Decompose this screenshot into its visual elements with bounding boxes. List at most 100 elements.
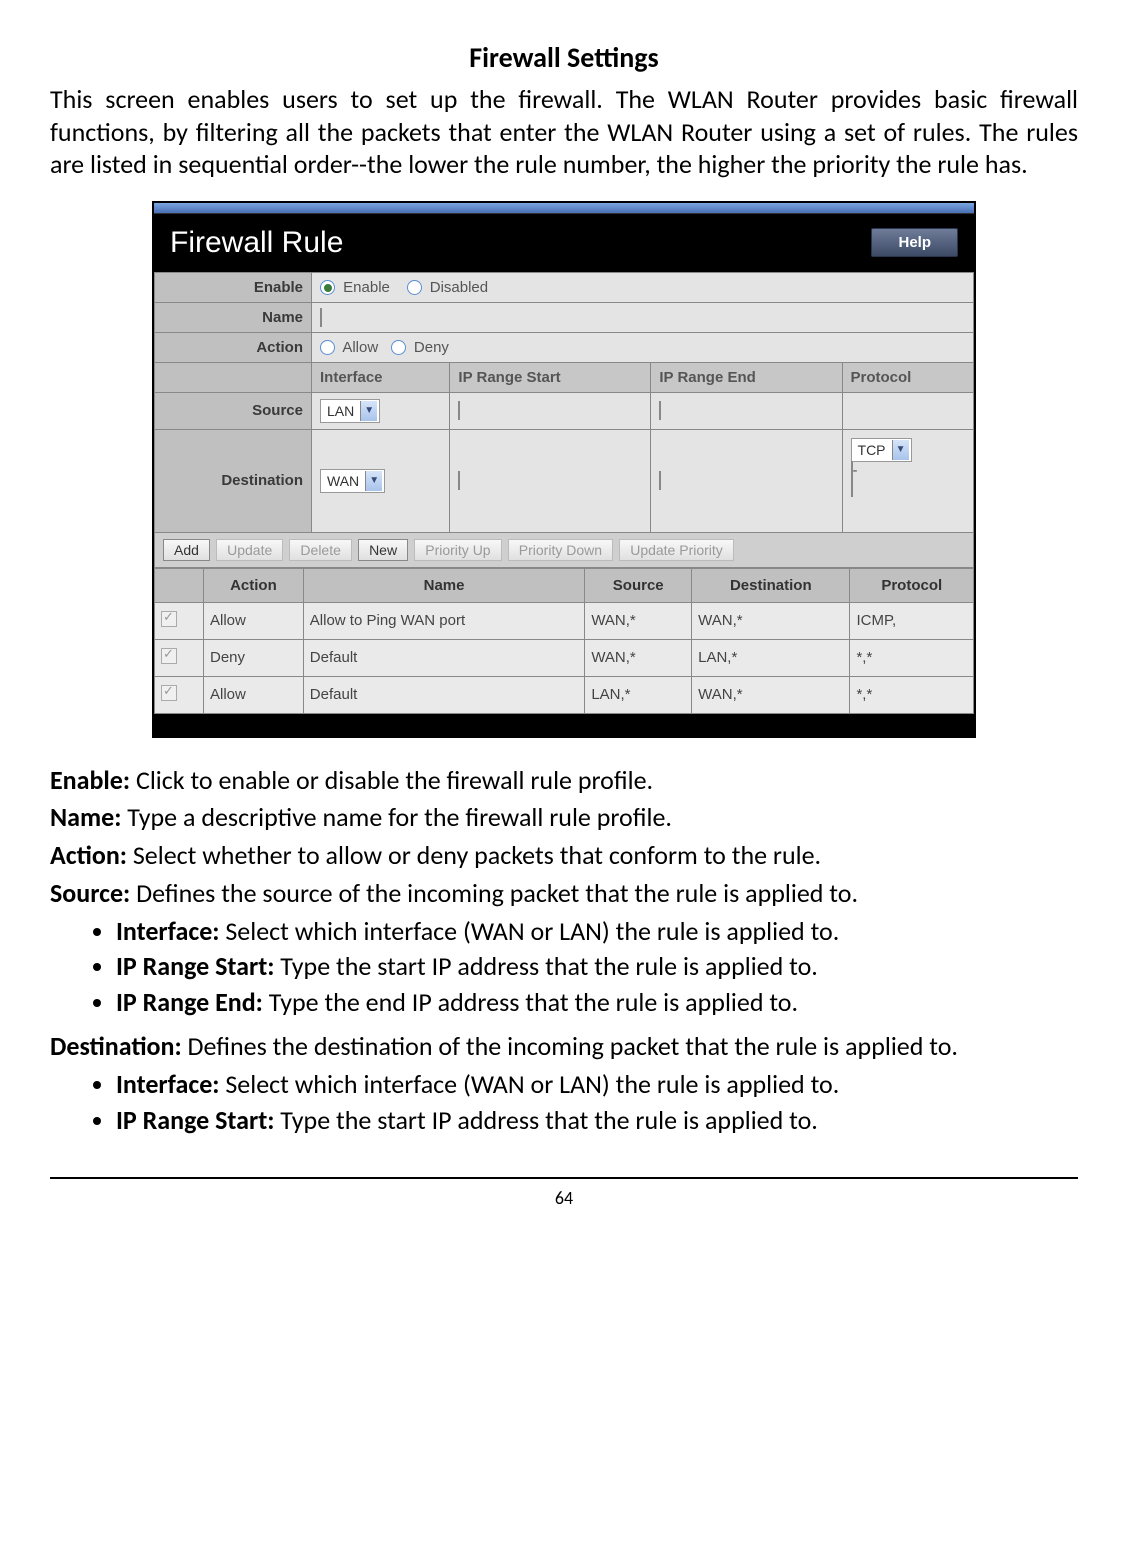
rules-col-destination: Destination (692, 568, 850, 602)
action-radio-deny[interactable] (391, 340, 406, 355)
enable-radio-disabled-label: Disabled (430, 279, 488, 296)
destination-port-end-input[interactable] (851, 478, 853, 497)
rule-destination: WAN,* (692, 676, 850, 713)
settings-form: Enable Enable Disabled Name Action Allow… (154, 272, 974, 568)
action-radio-allow[interactable] (320, 340, 335, 355)
definitions: Enable: Click to enable or disable the f… (50, 764, 1078, 1138)
destination-interface-select[interactable]: WAN ▼ (320, 469, 385, 493)
table-row: Allow Default LAN,* WAN,* *,* (155, 676, 974, 713)
col-interface: Interface (312, 362, 450, 392)
rule-protocol: ICMP, (850, 602, 974, 639)
source-label: Source (155, 392, 312, 429)
def-enable-term: Enable: (50, 764, 130, 796)
panel-title: Firewall Rule (170, 226, 343, 260)
enable-radio-enable-label: Enable (343, 279, 390, 296)
help-button[interactable]: Help (871, 228, 958, 257)
src-item-text: Type the start IP address that the rule … (274, 950, 817, 982)
dst-item-text: Type the start IP address that the rule … (274, 1104, 817, 1136)
col-ip-start: IP Range Start (450, 362, 651, 392)
rule-checkbox[interactable] (161, 611, 177, 627)
panel-footer-strip (154, 714, 974, 736)
def-destination-term: Destination: (50, 1030, 182, 1062)
src-item-term: IP Range Start: (116, 950, 274, 982)
source-ip-start-input[interactable] (458, 401, 460, 420)
src-item-text: Select which interface (WAN or LAN) the … (219, 915, 839, 947)
rules-table: Action Name Source Destination Protocol … (154, 568, 974, 714)
def-destination-text: Defines the destination of the incoming … (182, 1030, 958, 1062)
enable-radio-disabled[interactable] (407, 280, 422, 295)
destination-ip-start-input[interactable] (458, 471, 460, 490)
source-interface-value: LAN (327, 403, 354, 419)
page-number: 64 (555, 1187, 573, 1209)
rule-protocol: *,* (850, 676, 974, 713)
dst-item-text: Select which interface (WAN or LAN) the … (219, 1068, 839, 1100)
rule-source: WAN,* (585, 602, 692, 639)
def-action-text: Select whether to allow or deny packets … (127, 839, 821, 871)
destination-label: Destination (155, 429, 312, 532)
update-button[interactable]: Update (216, 539, 283, 561)
table-row: Allow Allow to Ping WAN port WAN,* WAN,*… (155, 602, 974, 639)
delete-button[interactable]: Delete (289, 539, 351, 561)
dst-item-term: IP Range Start: (116, 1104, 274, 1136)
rule-name: Default (303, 639, 585, 676)
rule-destination: LAN,* (692, 639, 850, 676)
window-titlebar (154, 203, 974, 214)
source-bullets: Interface: Select which interface (WAN o… (50, 915, 1078, 1020)
chevron-down-icon: ▼ (365, 471, 382, 491)
enable-radio-enable[interactable] (320, 280, 335, 295)
destination-ip-end-input[interactable] (659, 471, 661, 490)
rule-action: Deny (204, 639, 304, 676)
priority-up-button[interactable]: Priority Up (414, 539, 501, 561)
intro-paragraph: This screen enables users to set up the … (50, 83, 1078, 181)
rules-col-action: Action (204, 568, 304, 602)
rule-destination: WAN,* (692, 602, 850, 639)
rules-col-protocol: Protocol (850, 568, 974, 602)
src-item-text: Type the end IP address that the rule is… (263, 986, 798, 1018)
name-label: Name (155, 302, 312, 332)
def-source-term: Source: (50, 877, 130, 909)
source-interface-select[interactable]: LAN ▼ (320, 399, 380, 423)
panel-header: Firewall Rule Help (154, 214, 974, 272)
priority-down-button[interactable]: Priority Down (508, 539, 613, 561)
new-button[interactable]: New (358, 539, 408, 561)
rule-name: Default (303, 676, 585, 713)
rule-checkbox[interactable] (161, 685, 177, 701)
destination-interface-value: WAN (327, 473, 359, 489)
dst-item-term: Interface: (116, 1068, 219, 1100)
blank-label (155, 362, 312, 392)
action-label: Action (155, 332, 312, 362)
src-item-term: Interface: (116, 915, 219, 947)
destination-protocol-select[interactable]: TCP ▼ (851, 438, 912, 462)
destination-bullets: Interface: Select which interface (WAN o… (50, 1068, 1078, 1138)
source-protocol-cell (842, 392, 973, 429)
def-name-text: Type a descriptive name for the firewall… (121, 801, 672, 833)
rules-col-check (155, 568, 204, 602)
action-field: Allow Deny (312, 332, 974, 362)
def-enable-text: Click to enable or disable the firewall … (130, 764, 653, 796)
add-button[interactable]: Add (163, 539, 210, 561)
name-input[interactable] (320, 308, 322, 327)
page-title: Firewall Settings (50, 40, 1078, 75)
firewall-rule-screenshot: Firewall Rule Help Enable Enable Disable… (152, 201, 976, 738)
action-radio-deny-label: Deny (414, 339, 449, 356)
rule-action: Allow (204, 602, 304, 639)
source-ip-end-input[interactable] (659, 401, 661, 420)
rule-source: LAN,* (585, 676, 692, 713)
action-radio-allow-label: Allow (342, 339, 378, 356)
rule-checkbox[interactable] (161, 648, 177, 664)
col-protocol: Protocol (842, 362, 973, 392)
rule-action: Allow (204, 676, 304, 713)
rules-col-name: Name (303, 568, 585, 602)
button-row: Add Update Delete New Priority Up Priori… (155, 532, 974, 567)
page-footer: 64 (50, 1177, 1078, 1209)
rule-protocol: *,* (850, 639, 974, 676)
update-priority-button[interactable]: Update Priority (619, 539, 734, 561)
enable-label: Enable (155, 272, 312, 302)
destination-port-start-input[interactable] (851, 461, 853, 480)
def-name-term: Name: (50, 801, 121, 833)
chevron-down-icon: ▼ (892, 440, 909, 460)
table-row: Deny Default WAN,* LAN,* *,* (155, 639, 974, 676)
col-ip-end: IP Range End (651, 362, 842, 392)
rules-col-source: Source (585, 568, 692, 602)
src-item-term: IP Range End: (116, 986, 263, 1018)
